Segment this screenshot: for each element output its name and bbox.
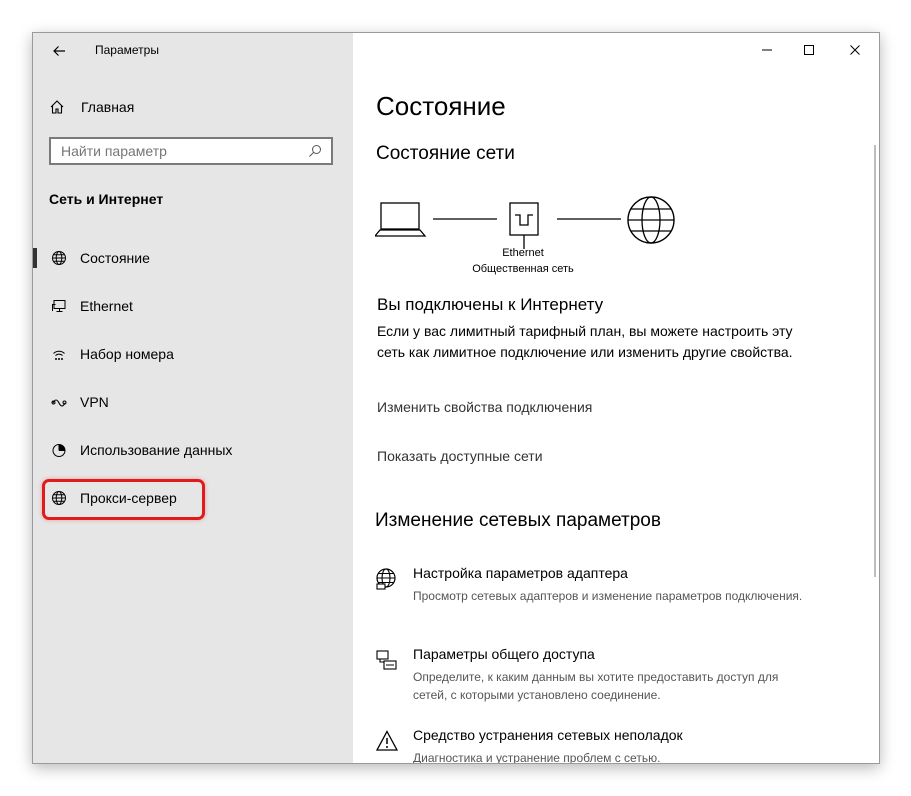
sidebar-item-label: Использование данных bbox=[80, 442, 233, 458]
network-status-heading: Состояние сети bbox=[376, 143, 515, 164]
sidebar-item-status[interactable]: Состояние bbox=[33, 240, 353, 276]
show-available-networks-link[interactable]: Показать доступные сети bbox=[377, 448, 543, 464]
option-description: Определите, к каким данным вы хотите пре… bbox=[413, 670, 779, 702]
connected-heading: Вы подключены к Интернету bbox=[377, 295, 604, 314]
section-heading: Сеть и Интернет bbox=[49, 191, 164, 207]
sidebar-item-data-usage[interactable]: Использование данных bbox=[33, 432, 353, 468]
highlight-annotation bbox=[42, 479, 205, 520]
minimize-icon bbox=[762, 49, 772, 51]
home-icon bbox=[50, 100, 64, 114]
option-title: Параметры общего доступа bbox=[413, 646, 595, 662]
minimize-button[interactable] bbox=[753, 39, 781, 61]
sidebar-item-vpn[interactable]: VPN bbox=[33, 384, 353, 420]
sidebar-item-label: Ethernet bbox=[80, 298, 133, 314]
ethernet-icon bbox=[49, 296, 69, 316]
vpn-icon bbox=[49, 392, 69, 412]
option-description: Просмотр сетевых адаптеров и изменение п… bbox=[413, 589, 803, 603]
data-usage-icon bbox=[49, 440, 69, 460]
sidebar-item-label: Набор номера bbox=[80, 346, 174, 362]
globe-icon bbox=[49, 248, 69, 268]
adapter-settings-option[interactable]: Настройка параметров адаптера Просмотр с… bbox=[375, 565, 805, 621]
scrollbar[interactable] bbox=[874, 145, 876, 577]
sidebar: Параметры Главная Сеть и Интернет bbox=[33, 33, 353, 763]
sidebar-item-label: Состояние bbox=[80, 250, 150, 266]
internet-globe-icon bbox=[627, 196, 675, 244]
close-icon bbox=[850, 45, 860, 55]
sidebar-item-ethernet[interactable]: Ethernet bbox=[33, 288, 353, 324]
option-description: Диагностика и устранение проблем с сетью… bbox=[413, 751, 661, 764]
laptop-icon bbox=[373, 202, 427, 237]
change-settings-heading: Изменение сетевых параметров bbox=[375, 510, 661, 531]
nav-home[interactable]: Главная bbox=[49, 95, 134, 119]
main-content: Состояние Состояние сети Ethernet Общест… bbox=[353, 33, 879, 763]
page-title: Состояние bbox=[376, 91, 506, 121]
network-type: Общественная сеть bbox=[472, 263, 574, 275]
option-title: Средство устранения сетевых неполадок bbox=[413, 727, 683, 743]
back-arrow-icon bbox=[53, 46, 65, 56]
close-button[interactable] bbox=[841, 39, 869, 61]
warning-icon bbox=[375, 729, 399, 753]
sharing-icon bbox=[375, 648, 399, 672]
adapter-settings-icon bbox=[375, 567, 399, 591]
maximize-icon bbox=[804, 45, 814, 55]
nav-home-label: Главная bbox=[81, 99, 135, 115]
ethernet-port-icon bbox=[509, 202, 539, 249]
sharing-options-option[interactable]: Параметры общего доступа Определите, к к… bbox=[375, 646, 805, 702]
maximize-button[interactable] bbox=[795, 39, 823, 61]
search-icon[interactable] bbox=[305, 141, 325, 161]
search-box bbox=[49, 137, 333, 165]
sidebar-item-label: VPN bbox=[80, 394, 109, 410]
search-input[interactable] bbox=[51, 138, 305, 164]
adapter-name: Ethernet bbox=[502, 247, 544, 259]
dialup-icon bbox=[49, 344, 69, 364]
network-diagram-graphic bbox=[373, 196, 675, 249]
settings-window: Параметры Главная Сеть и Интернет bbox=[32, 32, 880, 764]
change-connection-properties-link[interactable]: Изменить свойства подключения bbox=[377, 399, 592, 415]
sidebar-item-dialup[interactable]: Набор номера bbox=[33, 336, 353, 372]
option-title: Настройка параметров адаптера bbox=[413, 565, 628, 581]
back-button[interactable] bbox=[49, 41, 69, 61]
app-title: Параметры bbox=[95, 43, 159, 57]
troubleshooter-option[interactable]: Средство устранения сетевых неполадок Ди… bbox=[375, 727, 805, 763]
selected-indicator bbox=[33, 248, 37, 268]
connected-description: Если у вас лимитный тарифный план, вы мо… bbox=[377, 323, 793, 360]
